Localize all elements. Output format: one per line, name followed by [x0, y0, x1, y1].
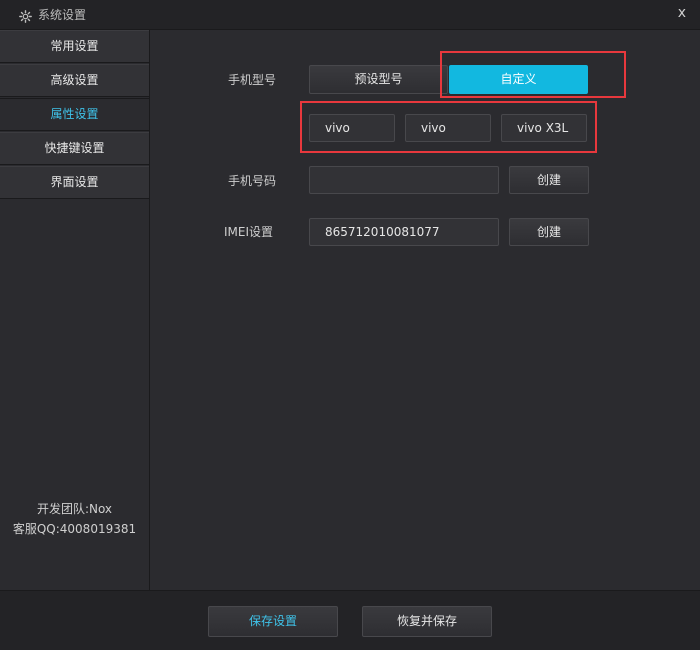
sidebar-item-advanced[interactable]: 高级设置	[0, 64, 149, 97]
sidebar-item-label: 界面设置	[50, 175, 99, 189]
dev-team-text: 开发团队:Nox	[36, 502, 113, 516]
preset-model-button[interactable]: 预设型号	[309, 65, 448, 94]
phone-model-label: 手机型号	[228, 73, 277, 87]
create-phone-number-button[interactable]: 创建	[509, 166, 589, 194]
highlight-box-model	[300, 101, 597, 153]
phone-number-input[interactable]	[309, 166, 499, 194]
save-settings-button[interactable]: 保存设置	[208, 606, 338, 637]
imei-label: IMEI设置	[224, 225, 274, 239]
sidebar-item-label: 属性设置	[50, 107, 99, 121]
gear-icon	[19, 8, 32, 23]
properties-panel: 手机型号 预设型号 自定义 手机号码 创建 IMEI设置 创建	[150, 30, 700, 590]
sidebar-item-interface[interactable]: 界面设置	[0, 166, 149, 199]
restore-and-save-button[interactable]: 恢复并保存	[362, 606, 492, 637]
sidebar-item-label: 常用设置	[50, 39, 99, 53]
create-imei-button[interactable]: 创建	[509, 218, 589, 246]
imei-input[interactable]	[309, 218, 499, 246]
sidebar-item-label: 高级设置	[50, 73, 99, 87]
sidebar-item-properties[interactable]: 属性设置	[0, 98, 149, 131]
window-title: 系统设置	[38, 8, 87, 22]
highlight-box-mode	[440, 51, 626, 98]
sidebar-item-general[interactable]: 常用设置	[0, 30, 149, 63]
sidebar-item-label: 快捷键设置	[44, 141, 105, 155]
sidebar-item-shortcuts[interactable]: 快捷键设置	[0, 132, 149, 165]
close-button[interactable]: x	[678, 5, 686, 21]
phone-number-label: 手机号码	[228, 174, 277, 188]
sidebar: 常用设置 高级设置 属性设置 快捷键设置 界面设置 开发团队:Nox 客服QQ:…	[0, 30, 150, 590]
support-qq-text: 客服QQ:4008019381	[12, 522, 137, 536]
title-bar: 系统设置 x	[0, 0, 700, 30]
settings-window: 系统设置 x 常用设置 高级设置 属性设置 快捷键设置 界面设置 开发团队:No…	[0, 0, 700, 650]
bottom-bar: 保存设置 恢复并保存	[0, 590, 700, 650]
